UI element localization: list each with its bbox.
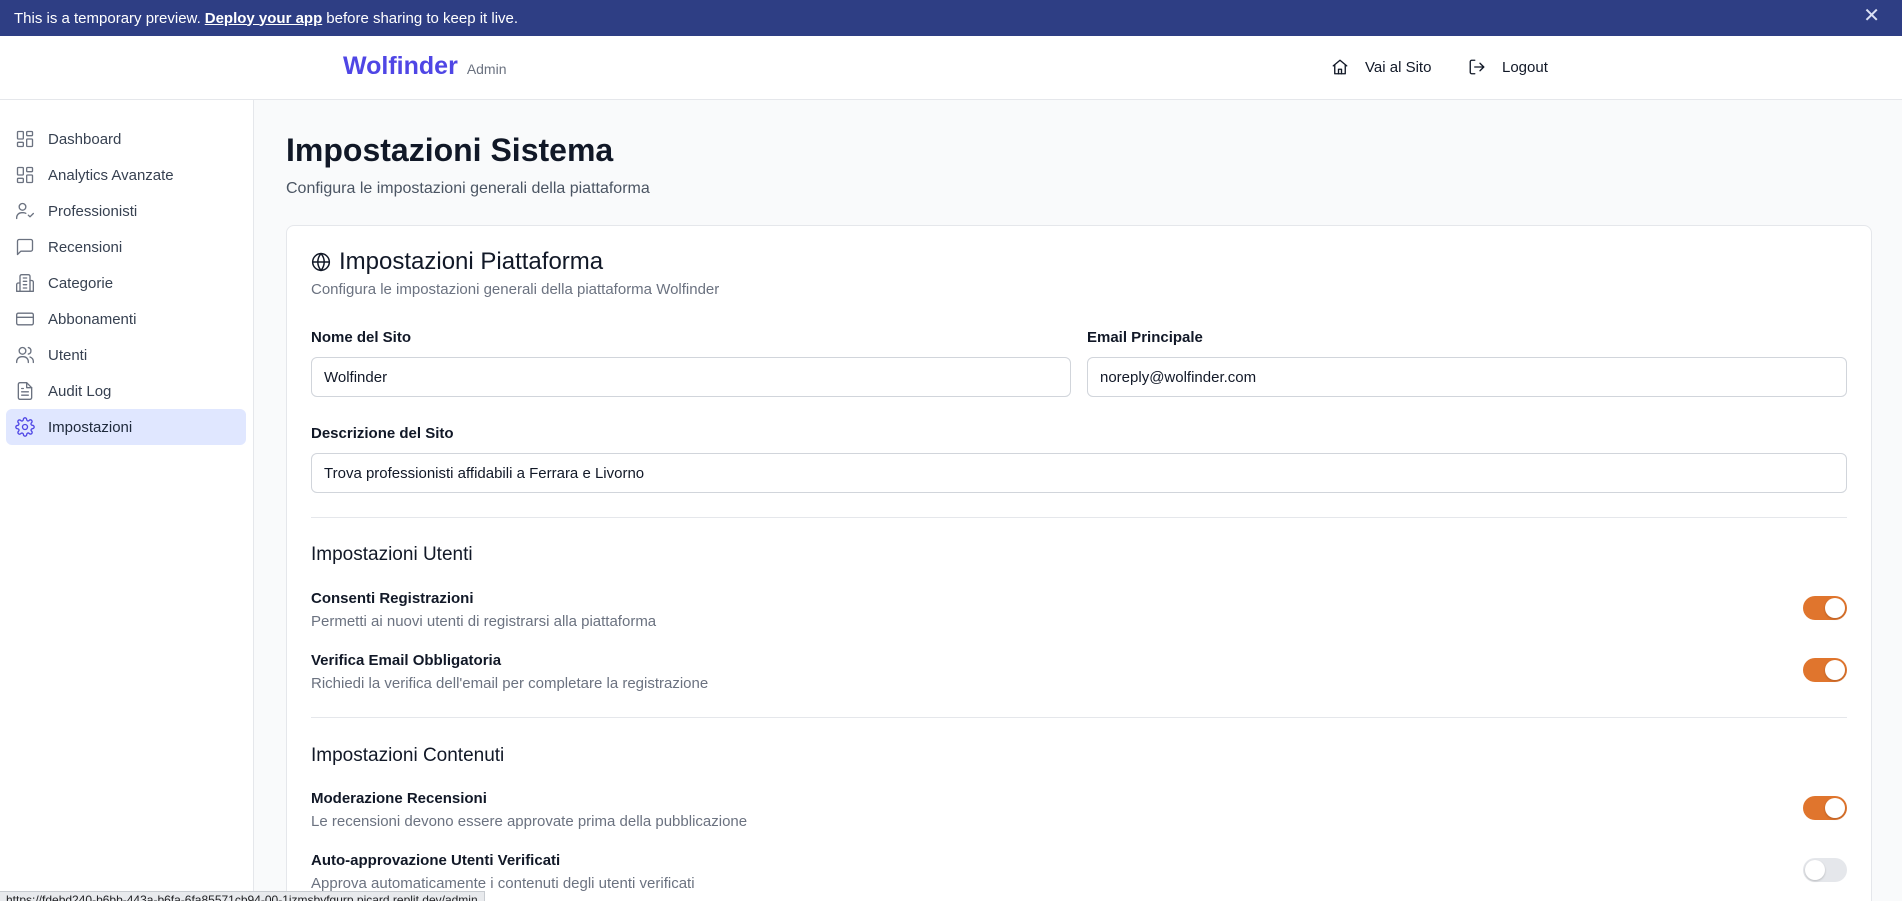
brand-logo-text[interactable]: Wolfinder bbox=[343, 52, 458, 81]
toggle-knob bbox=[1805, 860, 1825, 880]
top-header: Wolfinder Admin Vai al Sito Logout bbox=[0, 36, 1902, 100]
users-section-title: Impostazioni Utenti bbox=[311, 544, 473, 565]
sidebar-item-label: Analytics Avanzate bbox=[48, 166, 174, 184]
sidebar-item-label: Recensioni bbox=[48, 238, 123, 256]
content-section-title: Impostazioni Contenuti bbox=[311, 745, 505, 766]
description-label: Descrizione del Sito bbox=[311, 425, 454, 442]
credit-card-icon bbox=[16, 312, 34, 326]
allow-registrations-toggle[interactable] bbox=[1803, 596, 1847, 620]
admin-label: Admin bbox=[466, 61, 507, 77]
sidebar-item-impostazioni[interactable]: Impostazioni bbox=[6, 409, 246, 445]
card-title-text: Impostazioni Piattaforma bbox=[339, 248, 604, 275]
sidebar-item-recensioni[interactable]: Recensioni bbox=[6, 229, 246, 265]
logout-label: Logout bbox=[1502, 58, 1548, 76]
users-icon bbox=[16, 346, 34, 364]
review-moderation-desc: Le recensioni devono essere approvate pr… bbox=[311, 813, 748, 830]
building-icon bbox=[16, 274, 34, 292]
close-icon[interactable]: ✕ bbox=[1863, 3, 1880, 28]
allow-registrations-desc: Permetti ai nuovi utenti di registrarsi … bbox=[311, 613, 657, 630]
card-subtitle: Configura le impostazioni generali della… bbox=[311, 281, 720, 298]
toggle-knob bbox=[1825, 798, 1845, 818]
sidebar-item-abbonamenti[interactable]: Abbonamenti bbox=[6, 301, 246, 337]
status-bar-url: https://fdebd240-b6bb-443a-b6fa-6fa85571… bbox=[0, 891, 485, 901]
sidebar-item-audit-log[interactable]: Audit Log bbox=[6, 373, 246, 409]
auto-approval-label: Auto-approvazione Utenti Verificati bbox=[311, 852, 561, 869]
visit-site-label: Vai al Sito bbox=[1365, 58, 1432, 76]
globe-icon bbox=[311, 252, 331, 272]
banner-text: This is a temporary preview. bbox=[14, 9, 201, 27]
platform-settings-card: Impostazioni Piattaforma Configura le im… bbox=[286, 225, 1872, 901]
auto-approval-desc: Approva automaticamente i contenuti degl… bbox=[311, 875, 695, 892]
allow-registrations-label: Consenti Registrazioni bbox=[311, 590, 474, 607]
review-moderation-toggle[interactable] bbox=[1803, 796, 1847, 820]
page-title: Impostazioni Sistema bbox=[286, 132, 614, 168]
logout-icon bbox=[1469, 59, 1485, 75]
brand[interactable]: Wolfinder Admin bbox=[343, 52, 507, 81]
sidebar-item-categorie[interactable]: Categorie bbox=[6, 265, 246, 301]
grid-icon bbox=[16, 130, 34, 148]
gear-icon bbox=[15, 417, 35, 437]
sidebar: Dashboard Analytics Avanzate Professioni… bbox=[0, 100, 254, 901]
visit-site-button[interactable]: Vai al Sito bbox=[1331, 58, 1431, 76]
auto-approval-toggle[interactable] bbox=[1803, 858, 1847, 882]
sidebar-item-label: Professionisti bbox=[48, 202, 138, 220]
sidebar-item-label: Categorie bbox=[48, 274, 114, 292]
deploy-app-link[interactable]: Deploy your app bbox=[205, 10, 323, 27]
email-label: Email Principale bbox=[1087, 329, 1203, 346]
sidebar-item-analytics[interactable]: Analytics Avanzate bbox=[6, 157, 246, 193]
sidebar-item-label: Audit Log bbox=[48, 382, 112, 400]
home-icon bbox=[1332, 59, 1348, 75]
preview-banner: This is a temporary preview. Deploy your… bbox=[0, 0, 1902, 36]
email-verification-toggle[interactable] bbox=[1803, 658, 1847, 682]
site-name-input[interactable] bbox=[311, 357, 1071, 397]
sidebar-item-label: Utenti bbox=[48, 346, 88, 364]
sidebar-item-label: Impostazioni bbox=[48, 418, 133, 436]
email-verification-desc: Richiedi la verifica dell'email per comp… bbox=[311, 675, 709, 692]
page-subtitle: Configura le impostazioni generali della… bbox=[286, 180, 650, 197]
sidebar-item-label: Abbonamenti bbox=[48, 310, 137, 328]
logout-button[interactable]: Logout bbox=[1468, 58, 1548, 76]
email-verification-label: Verifica Email Obbligatoria bbox=[311, 652, 502, 669]
description-input[interactable] bbox=[311, 453, 1847, 493]
sidebar-item-utenti[interactable]: Utenti bbox=[6, 337, 246, 373]
file-icon bbox=[17, 382, 33, 400]
email-input[interactable] bbox=[1087, 357, 1847, 397]
review-moderation-label: Moderazione Recensioni bbox=[311, 790, 487, 807]
site-name-label: Nome del Sito bbox=[311, 329, 412, 346]
card-title: Impostazioni Piattaforma bbox=[311, 248, 603, 276]
divider bbox=[311, 717, 1847, 718]
sidebar-item-professionisti[interactable]: Professionisti bbox=[6, 193, 246, 229]
toggle-knob bbox=[1825, 598, 1845, 618]
grid-icon bbox=[16, 166, 34, 184]
message-icon bbox=[16, 238, 34, 256]
toggle-knob bbox=[1825, 660, 1845, 680]
sidebar-item-dashboard[interactable]: Dashboard bbox=[6, 121, 246, 157]
banner-text-after: before sharing to keep it live. bbox=[326, 9, 519, 27]
sidebar-item-label: Dashboard bbox=[48, 130, 122, 148]
user-check-icon bbox=[16, 202, 34, 220]
divider bbox=[311, 517, 1847, 518]
